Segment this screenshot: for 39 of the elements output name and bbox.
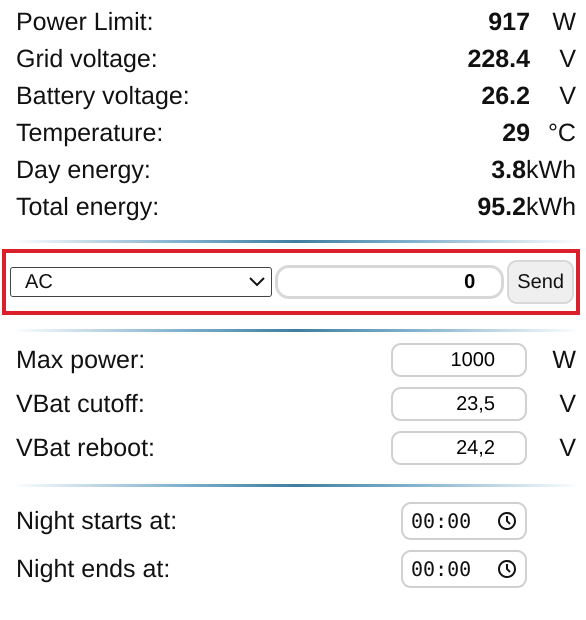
clock-icon: [497, 559, 517, 579]
stat-label: Battery voltage:: [16, 82, 191, 111]
stat-unit: V: [558, 45, 576, 74]
clock-icon: [497, 511, 517, 531]
time-field[interactable]: 00:00: [401, 550, 527, 588]
setting-label: Max power:: [16, 346, 146, 374]
stat-value: 3.8: [491, 156, 526, 185]
setting-unit: W: [551, 346, 576, 374]
number-input[interactable]: 24,2: [391, 431, 527, 465]
schedule-label: Night ends at:: [16, 554, 172, 584]
stat-unit: kWh: [526, 193, 576, 222]
number-input[interactable]: 1000: [391, 343, 527, 377]
stat-label: Grid voltage:: [16, 45, 159, 74]
setting-unit: V: [558, 390, 576, 418]
stat-label: Temperature:: [16, 119, 164, 148]
setting-label: VBat cutoff:: [16, 390, 146, 418]
setting-unit: V: [558, 434, 576, 462]
number-input[interactable]: 23,5: [391, 387, 527, 421]
time-input[interactable]: 00:00: [411, 509, 481, 533]
setting-label: VBat reboot:: [16, 434, 156, 462]
chevron-icon: [249, 277, 265, 287]
value-input[interactable]: 0: [275, 265, 504, 299]
stat-unit: W: [551, 8, 576, 37]
stat-label: Day energy:: [16, 156, 152, 185]
stat-value: 29: [502, 119, 530, 148]
schedule-label: Night starts at:: [16, 506, 178, 536]
time-input[interactable]: 00:00: [411, 557, 481, 581]
stat-unit: V: [558, 82, 576, 111]
stat-unit: kWh: [526, 156, 576, 185]
stat-label: Total energy:: [16, 193, 160, 222]
stat-unit: °C: [546, 119, 576, 148]
send-button[interactable]: Send: [507, 260, 574, 304]
time-field[interactable]: 00:00: [401, 502, 527, 540]
stat-value: 228.4: [467, 45, 530, 74]
stat-value: 95.2: [477, 193, 526, 222]
stat-value: 26.2: [481, 82, 530, 111]
stat-label: Power Limit:: [16, 8, 155, 37]
stat-value: 917: [488, 8, 530, 37]
mode-dropdown[interactable]: AC: [10, 267, 272, 297]
